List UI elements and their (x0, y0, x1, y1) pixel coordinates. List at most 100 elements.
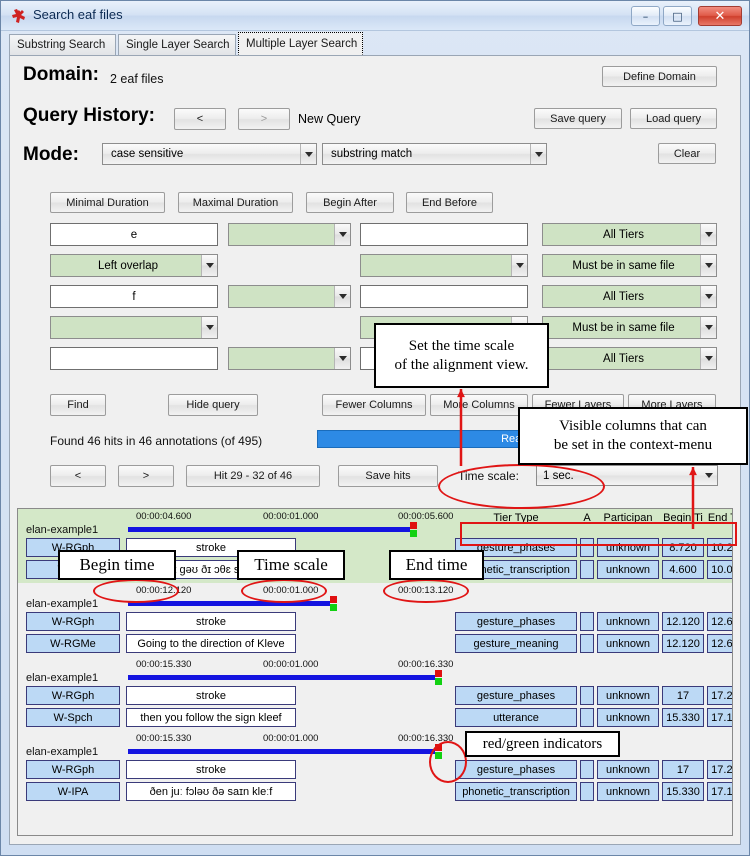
more-columns-button[interactable]: More Columns (430, 394, 528, 416)
cell-tier-type[interactable]: gesture_phases (455, 760, 577, 779)
query-file-constraint-combo-2[interactable]: Must be in same file (542, 316, 717, 339)
minimize-button[interactable]: – (631, 6, 660, 26)
cell-begin[interactable]: 12.120 (662, 634, 704, 653)
cell-tier-type[interactable]: gesture_phases (455, 612, 577, 631)
maximal-duration-button[interactable]: Maximal Duration (178, 192, 293, 213)
tab-single-layer-search[interactable]: Single Layer Search (118, 34, 236, 55)
tier-label[interactable]: W-Spch (26, 708, 120, 727)
query-tier-combo-3[interactable]: All Tiers (542, 347, 717, 370)
chevron-down-icon[interactable] (530, 144, 546, 164)
chevron-down-icon[interactable] (700, 317, 716, 338)
cell-participant[interactable]: unknown (597, 708, 659, 727)
cell-begin[interactable]: 12.120 (662, 612, 704, 631)
save-query-button[interactable]: Save query (534, 108, 622, 129)
tier-label[interactable]: W-RGph (26, 760, 120, 779)
mode-case-combo[interactable]: case sensitive (102, 143, 317, 165)
chevron-down-icon[interactable] (511, 255, 527, 276)
chevron-down-icon[interactable] (201, 255, 217, 276)
cell-begin[interactable]: 17 (662, 760, 704, 779)
cell-tier-type[interactable]: gesture_phases (455, 686, 577, 705)
cell-tier-type[interactable]: utterance (455, 708, 577, 727)
cell-a[interactable] (580, 612, 594, 631)
chevron-down-icon[interactable] (300, 144, 316, 164)
cell-end[interactable]: 10.070 (707, 560, 732, 579)
next-hit-button[interactable]: > (118, 465, 174, 487)
prev-hit-button[interactable]: < (50, 465, 106, 487)
load-query-button[interactable]: Load query (630, 108, 717, 129)
cell-tier-type[interactable]: gesture_meaning (455, 634, 577, 653)
query-text-input-3[interactable] (50, 347, 218, 370)
annotation-box[interactable]: stroke (126, 612, 296, 631)
define-domain-button[interactable]: Define Domain (602, 66, 717, 87)
annotation-box[interactable]: Going to the direction of Kleve (126, 634, 296, 653)
cell-tier-type[interactable]: phonetic_transcription (455, 782, 577, 801)
fewer-columns-button[interactable]: Fewer Columns (322, 394, 426, 416)
cell-end[interactable]: 17.190 (707, 708, 732, 727)
tier-label[interactable]: W-RGph (26, 612, 120, 631)
cell-participant[interactable]: unknown (597, 560, 659, 579)
cell-a[interactable] (580, 782, 594, 801)
cell-begin[interactable]: 17 (662, 686, 704, 705)
cell-begin[interactable]: 15.330 (662, 782, 704, 801)
cell-a[interactable] (580, 560, 594, 579)
query-history-next-button[interactable]: > (238, 108, 290, 130)
close-button[interactable]: ✕ (698, 6, 742, 26)
cell-participant[interactable]: unknown (597, 612, 659, 631)
chevron-down-icon[interactable] (334, 348, 350, 369)
chevron-down-icon[interactable] (700, 255, 716, 276)
query-operator-combo-1[interactable] (228, 223, 351, 246)
query-operator-combo-2[interactable] (228, 285, 351, 308)
query-relation-combo-1[interactable]: Left overlap (50, 254, 218, 277)
cell-begin[interactable]: 4.600 (662, 560, 704, 579)
cell-a[interactable] (580, 634, 594, 653)
cell-participant[interactable]: unknown (597, 782, 659, 801)
tier-label[interactable]: W-RGMe (26, 634, 120, 653)
cell-participant[interactable]: unknown (597, 760, 659, 779)
annotation-box[interactable]: stroke (126, 686, 296, 705)
maximize-button[interactable]: □ (663, 6, 692, 26)
chevron-down-icon[interactable] (700, 286, 716, 307)
cell-end[interactable]: 12.680 (707, 634, 732, 653)
chevron-down-icon[interactable] (334, 224, 350, 245)
query-file-constraint-combo-1[interactable]: Must be in same file (542, 254, 717, 277)
cell-end[interactable]: 17.190 (707, 782, 732, 801)
tier-label[interactable]: W-IPA (26, 782, 120, 801)
query-second-input-2[interactable] (360, 285, 528, 308)
query-middle-combo-1[interactable] (360, 254, 528, 277)
begin-after-button[interactable]: Begin After (306, 192, 394, 213)
chevron-down-icon[interactable] (201, 317, 217, 338)
query-relation-combo-2[interactable] (50, 316, 218, 339)
chevron-down-icon[interactable] (700, 348, 716, 369)
clear-button[interactable]: Clear (658, 143, 716, 164)
query-operator-combo-3[interactable] (228, 347, 351, 370)
cell-a[interactable] (580, 686, 594, 705)
hit-block[interactable]: 00:00:12.120 00:00:01.000 00:00:13.120 elan… (18, 583, 732, 657)
hide-query-button[interactable]: Hide query (168, 394, 258, 416)
cell-a[interactable] (580, 708, 594, 727)
mode-match-combo[interactable]: substring match (322, 143, 547, 165)
cell-begin[interactable]: 15.330 (662, 708, 704, 727)
hit-range-button[interactable]: Hit 29 - 32 of 46 (186, 465, 320, 487)
cell-end[interactable]: 17.200 (707, 686, 732, 705)
chevron-down-icon[interactable] (701, 466, 717, 485)
tab-multiple-layer-search[interactable]: Multiple Layer Search (238, 32, 363, 55)
query-history-prev-button[interactable]: < (174, 108, 226, 130)
cell-end[interactable]: 12.680 (707, 612, 732, 631)
time-scale-combo[interactable]: 1 sec. (536, 465, 718, 486)
hit-block[interactable]: 00:00:15.330 00:00:01.000 00:00:16.330 elan… (18, 731, 732, 805)
minimal-duration-button[interactable]: Minimal Duration (50, 192, 165, 213)
tier-label[interactable]: W-RGph (26, 686, 120, 705)
cell-end[interactable]: 17.200 (707, 760, 732, 779)
cell-a[interactable] (580, 760, 594, 779)
end-before-button[interactable]: End Before (406, 192, 493, 213)
find-button[interactable]: Find (50, 394, 106, 416)
annotation-box[interactable]: stroke (126, 760, 296, 779)
query-tier-combo-2[interactable]: All Tiers (542, 285, 717, 308)
query-text-input-2[interactable]: f (50, 285, 218, 308)
chevron-down-icon[interactable] (334, 286, 350, 307)
tab-substring-search[interactable]: Substring Search (9, 34, 116, 55)
save-hits-button[interactable]: Save hits (338, 465, 438, 487)
query-text-input-1[interactable]: e (50, 223, 218, 246)
hit-block[interactable]: 00:00:15.330 00:00:01.000 00:00:16.330 elan… (18, 657, 732, 731)
query-second-input-1[interactable] (360, 223, 528, 246)
